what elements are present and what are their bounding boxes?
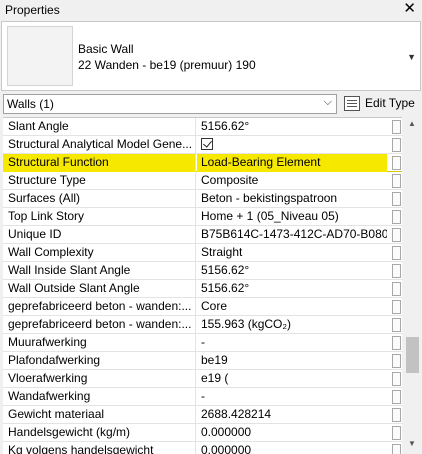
property-name: Kg volgens handelsgewicht xyxy=(3,442,196,454)
row-edit-button[interactable] xyxy=(392,174,401,188)
property-name: Surfaces (All) xyxy=(3,190,196,208)
property-row[interactable]: Structural Function Load-Bearing Element xyxy=(3,154,402,172)
property-value[interactable]: be19 xyxy=(197,352,387,370)
property-name: Handelsgewicht (kg/m) xyxy=(3,424,196,442)
row-edit-button[interactable] xyxy=(392,300,401,314)
checkbox-checked[interactable] xyxy=(201,138,213,150)
vertical-scrollbar[interactable]: ▲ ▼ xyxy=(404,117,421,454)
property-name: Muurafwerking xyxy=(3,334,196,352)
row-edit-button[interactable] xyxy=(392,192,401,206)
category-filter-dropdown[interactable]: Walls (1) ⌵ xyxy=(3,94,337,114)
property-value[interactable]: 5156.62° xyxy=(197,262,387,280)
row-edit-button[interactable] xyxy=(392,372,401,386)
properties-grid: Slant Angle 5156.62° Structural Analytical… xyxy=(3,117,402,454)
property-value[interactable]: 2688.428214 xyxy=(197,406,387,424)
property-name: geprefabriceerd beton - wanden:... xyxy=(3,316,196,334)
type-dropdown-arrow-icon[interactable]: ▼ xyxy=(407,52,416,62)
property-row[interactable]: geprefabriceerd beton - wanden:... 155.96… xyxy=(3,316,402,334)
property-row[interactable]: Wall Complexity Straight xyxy=(3,244,402,262)
row-edit-button[interactable] xyxy=(392,390,401,404)
property-name: Structure Type xyxy=(3,172,196,190)
property-row[interactable]: Unique ID B75B614C-1473-412C-AD70-B0809..… xyxy=(3,226,402,244)
row-edit-button[interactable] xyxy=(392,120,401,134)
edit-type-label: Edit Type xyxy=(365,96,415,110)
row-edit-button[interactable] xyxy=(392,426,401,440)
property-row[interactable]: Kg volgens handelsgewicht 0.000000 xyxy=(3,442,402,454)
property-value[interactable]: 5156.62° xyxy=(197,280,387,298)
row-edit-button[interactable] xyxy=(392,264,401,278)
property-row[interactable]: Structure Type Composite xyxy=(3,172,402,190)
property-row[interactable]: Vloerafwerking e19 ( xyxy=(3,370,402,388)
row-edit-button[interactable] xyxy=(392,246,401,260)
property-value[interactable] xyxy=(197,136,387,154)
row-edit-button[interactable] xyxy=(392,156,401,170)
chevron-down-icon: ⌵ xyxy=(323,96,332,108)
property-name: Slant Angle xyxy=(3,118,196,136)
property-name: Structural Analytical Model Gene... xyxy=(3,136,196,154)
filter-bar: Walls (1) ⌵ Edit Type xyxy=(0,93,422,117)
property-value[interactable]: 0.000000 xyxy=(197,424,387,442)
close-icon[interactable]: ✕ xyxy=(403,1,416,17)
row-edit-button[interactable] xyxy=(392,354,401,368)
scrollbar-thumb[interactable] xyxy=(406,337,419,373)
property-name: Top Link Story xyxy=(3,208,196,226)
edit-type-button[interactable]: Edit Type xyxy=(342,93,420,115)
row-edit-button[interactable] xyxy=(392,210,401,224)
panel-title: Properties xyxy=(5,3,60,17)
property-value[interactable]: B75B614C-1473-412C-AD70-B0809... xyxy=(197,226,387,244)
property-value[interactable]: Home + 1 (05_Niveau 05) xyxy=(197,208,387,226)
property-value[interactable]: 155.963 (kgCO₂) xyxy=(197,316,387,334)
property-row[interactable]: Surfaces (All) Beton - bekistingspatroon xyxy=(3,190,402,208)
property-value[interactable]: e19 ( xyxy=(197,370,387,388)
row-edit-button[interactable] xyxy=(392,318,401,332)
property-row[interactable]: geprefabriceerd beton - wanden:... Core xyxy=(3,298,402,316)
property-value[interactable]: 0.000000 xyxy=(197,442,387,454)
property-value[interactable]: Load-Bearing Element xyxy=(197,154,387,172)
row-edit-button[interactable] xyxy=(392,408,401,422)
property-row[interactable]: Slant Angle 5156.62° xyxy=(3,118,402,136)
property-row[interactable]: Muurafwerking - xyxy=(3,334,402,352)
property-value[interactable]: - xyxy=(197,388,387,406)
property-name: Wall Outside Slant Angle xyxy=(3,280,196,298)
property-row[interactable]: Structural Analytical Model Gene... xyxy=(3,136,402,154)
scroll-up-icon[interactable]: ▲ xyxy=(408,119,416,128)
property-row[interactable]: Plafondafwerking be19 xyxy=(3,352,402,370)
property-row[interactable]: Wall Inside Slant Angle 5156.62° xyxy=(3,262,402,280)
property-name: Unique ID xyxy=(3,226,196,244)
scroll-down-icon[interactable]: ▼ xyxy=(408,439,416,448)
property-name: Gewicht materiaal xyxy=(3,406,196,424)
property-value[interactable]: Composite xyxy=(197,172,387,190)
row-edit-button[interactable] xyxy=(392,282,401,296)
property-value[interactable]: - xyxy=(197,334,387,352)
property-row[interactable]: Handelsgewicht (kg/m) 0.000000 xyxy=(3,424,402,442)
property-name: Wall Complexity xyxy=(3,244,196,262)
property-name: Structural Function xyxy=(3,154,196,172)
property-row[interactable]: Wall Outside Slant Angle 5156.62° xyxy=(3,280,402,298)
row-edit-button[interactable] xyxy=(392,138,401,152)
property-row[interactable]: Wandafwerking - xyxy=(3,388,402,406)
type-preview-image xyxy=(7,26,73,86)
property-name: Wall Inside Slant Angle xyxy=(3,262,196,280)
property-value[interactable]: 5156.62° xyxy=(197,118,387,136)
property-name: Wandafwerking xyxy=(3,388,196,406)
property-row[interactable]: Gewicht materiaal 2688.428214 xyxy=(3,406,402,424)
row-edit-button[interactable] xyxy=(392,444,401,454)
property-name: geprefabriceerd beton - wanden:... xyxy=(3,298,196,316)
row-edit-button[interactable] xyxy=(392,336,401,350)
edit-type-icon xyxy=(344,96,360,111)
property-name: Plafondafwerking xyxy=(3,352,196,370)
filter-selected-value: Walls (1) xyxy=(7,97,54,111)
property-value[interactable]: Beton - bekistingspatroon xyxy=(197,190,387,208)
type-name: 22 Wanden - be19 (premuur) 190 xyxy=(78,58,256,72)
property-name: Vloerafwerking xyxy=(3,370,196,388)
property-row[interactable]: Top Link Story Home + 1 (05_Niveau 05) xyxy=(3,208,402,226)
type-selector[interactable]: Basic Wall 22 Wanden - be19 (premuur) 19… xyxy=(1,21,421,91)
properties-title-bar: Properties ✕ xyxy=(0,0,422,20)
type-family-name: Basic Wall xyxy=(78,42,134,56)
row-edit-button[interactable] xyxy=(392,228,401,242)
property-value[interactable]: Straight xyxy=(197,244,387,262)
property-value[interactable]: Core xyxy=(197,298,387,316)
